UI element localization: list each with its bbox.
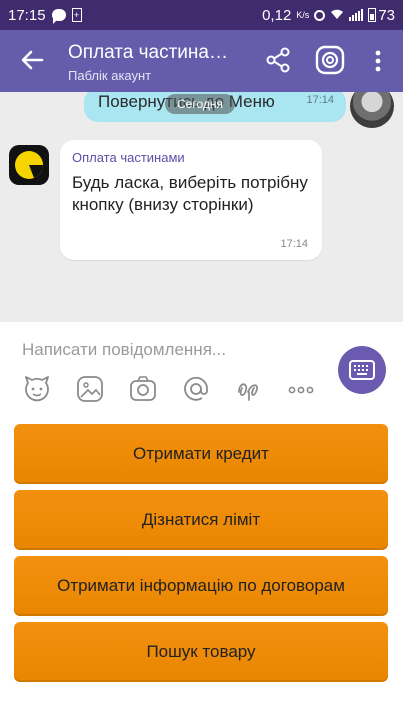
incoming-message[interactable]: Оплата частинами Будь ласка, виберіть по…: [60, 140, 322, 260]
doodle-icon[interactable]: [234, 374, 264, 404]
bot-keyboard: Отримати кредит Дізнатися ліміт Отримати…: [0, 422, 403, 715]
sticker-icon[interactable]: [22, 374, 52, 404]
network-speed-unit: K/s: [296, 9, 310, 20]
gallery-icon[interactable]: [75, 374, 105, 404]
more-options-icon[interactable]: [368, 48, 388, 74]
chat-subtitle: Паблік акаунт: [68, 68, 152, 83]
network-speed: 0,12: [262, 6, 292, 24]
back-arrow-icon[interactable]: [18, 46, 46, 74]
message-composer: Написати повідомлення...: [0, 322, 403, 422]
message-input[interactable]: Написати повідомлення...: [22, 340, 226, 360]
status-time: 17:15: [8, 6, 46, 24]
incoming-message-text: Будь ласка, виберіть потрібну кнопку (вн…: [72, 173, 308, 214]
viber-logo-icon[interactable]: [314, 44, 346, 76]
get-credit-button[interactable]: Отримати кредит: [14, 424, 388, 484]
camera-icon[interactable]: [128, 374, 158, 404]
keyboard-icon: [349, 360, 375, 380]
battery-icon: [368, 8, 377, 22]
status-bar: 17:15 + 0,12 K/s 73: [0, 0, 403, 30]
date-separator: Сегодня: [165, 94, 235, 114]
bot-keyboard-toggle-button[interactable]: [338, 346, 386, 394]
chat-area[interactable]: Повернутись до Меню 17:14 Сегодня Оплата…: [0, 92, 403, 322]
user-avatar[interactable]: [350, 92, 394, 128]
chat-header: Оплата частина… Паблік акаунт: [0, 30, 403, 92]
outgoing-message-time: 17:14: [306, 94, 334, 106]
share-icon[interactable]: [264, 46, 292, 74]
product-search-button[interactable]: Пошук товару: [14, 622, 388, 682]
battery-level: 73: [378, 6, 395, 24]
battery-indicator: 73: [368, 7, 395, 24]
signal-icon: [349, 9, 364, 21]
alarm-icon: [314, 9, 326, 21]
message-sender: Оплата частинами: [72, 150, 185, 165]
mention-icon[interactable]: [181, 374, 211, 404]
battery-saver-icon: +: [71, 8, 82, 22]
check-limit-button[interactable]: Дізнатися ліміт: [14, 490, 388, 550]
message-notification-icon: [51, 9, 66, 24]
contract-info-button[interactable]: Отримати інформацію по договорам: [14, 556, 388, 616]
incoming-message-time: 17:14: [280, 238, 308, 250]
chat-title[interactable]: Оплата частина…: [68, 42, 243, 64]
wifi-icon: [330, 7, 344, 24]
bot-avatar[interactable]: [8, 144, 50, 186]
more-icon[interactable]: [286, 374, 316, 404]
